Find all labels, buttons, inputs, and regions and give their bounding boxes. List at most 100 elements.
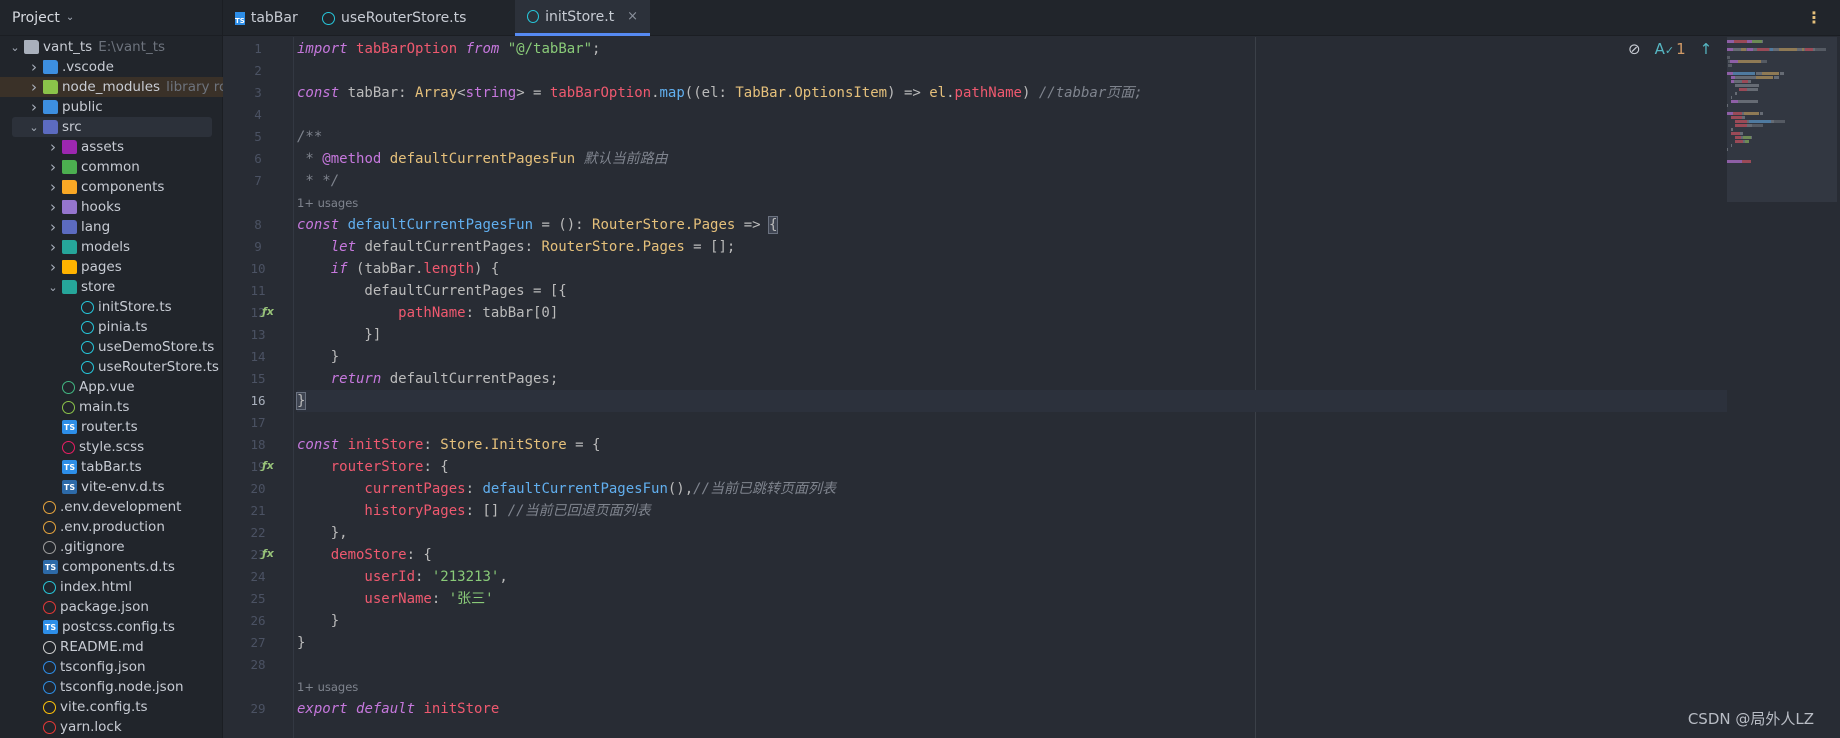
- spellcheck-icon[interactable]: A✓ 1: [1655, 40, 1686, 58]
- tab-tabbar-ts[interactable]: TS tabBar.ts: [223, 0, 310, 36]
- tree-item[interactable]: › node_modules library root: [0, 77, 223, 97]
- tree-item[interactable]: › .vscode: [0, 57, 223, 77]
- code-line[interactable]: historyPages: [] //当前已回退页面列表: [297, 500, 1727, 522]
- tree-item[interactable]: vite.config.ts: [0, 697, 223, 717]
- close-tab-icon[interactable]: ×: [627, 9, 638, 24]
- chevron-right-icon[interactable]: ›: [46, 198, 60, 216]
- tree-item[interactable]: tsconfig.json: [0, 657, 223, 677]
- code-line[interactable]: const initStore: Store.InitStore = {: [297, 434, 1727, 456]
- tree-item[interactable]: TS vite-env.d.ts: [0, 477, 223, 497]
- tab-userouterstore-ts[interactable]: useRouterStore.ts: [310, 0, 515, 36]
- tree-item[interactable]: TS router.ts: [0, 417, 223, 437]
- code-line[interactable]: let defaultCurrentPages: RouterStore.Pag…: [297, 236, 1727, 258]
- code-line[interactable]: }: [297, 632, 1727, 654]
- reader-mode-icon[interactable]: ⊘: [1628, 40, 1641, 58]
- code-line[interactable]: userName: '张三': [297, 588, 1727, 610]
- code-line[interactable]: const defaultCurrentPagesFun = (): Route…: [297, 214, 1727, 236]
- code-editor[interactable]: 1 import tabBarOption from "@/tabBar"; 2 3 c…: [223, 37, 1727, 738]
- chevron-down-icon[interactable]: ⌄: [46, 281, 60, 294]
- code-line[interactable]: defaultCurrentPages = [{: [297, 280, 1727, 302]
- code-line[interactable]: [297, 60, 1727, 82]
- implementation-icon[interactable]: ƒx: [262, 305, 274, 318]
- code-token: TabBar.OptionsItem: [735, 85, 888, 101]
- code-token: initStore: [347, 437, 424, 453]
- code-line[interactable]: demoStore: {: [297, 544, 1727, 566]
- minimap-mark: [1731, 116, 1742, 119]
- chevron-right-icon[interactable]: ›: [27, 98, 41, 116]
- tree-item[interactable]: App.vue: [0, 377, 223, 397]
- code-line[interactable]: pathName: tabBar[0]: [297, 302, 1727, 324]
- tree-item[interactable]: package.json: [0, 597, 223, 617]
- tree-item[interactable]: TS components.d.ts: [0, 557, 223, 577]
- usages-hint[interactable]: 1+ usages: [297, 676, 358, 698]
- tree-item[interactable]: style.scss: [0, 437, 223, 457]
- code-line[interactable]: return defaultCurrentPages;: [297, 368, 1727, 390]
- tree-item[interactable]: .env.development: [0, 497, 223, 517]
- chevron-right-icon[interactable]: ›: [46, 258, 60, 276]
- code-line[interactable]: * */: [297, 170, 1727, 192]
- code-token: :: [423, 437, 441, 453]
- chevron-down-icon[interactable]: ⌄: [8, 41, 22, 54]
- tree-item[interactable]: › assets: [0, 137, 223, 157]
- code-line[interactable]: routerStore: {: [297, 456, 1727, 478]
- chevron-right-icon[interactable]: ›: [46, 138, 60, 156]
- code-line[interactable]: /**: [297, 126, 1727, 148]
- tree-item[interactable]: › public: [0, 97, 223, 117]
- chevron-down-icon[interactable]: ⌄: [27, 121, 41, 134]
- code-line[interactable]: [297, 104, 1727, 126]
- code-line[interactable]: const tabBar: Array<string> = tabBarOpti…: [297, 82, 1727, 104]
- tree-item-label: src: [62, 119, 82, 135]
- tree-item[interactable]: › components: [0, 177, 223, 197]
- code-token: (),: [667, 481, 694, 497]
- previous-highlight-icon[interactable]: ↑: [1700, 40, 1713, 58]
- tree-item[interactable]: › lang: [0, 217, 223, 237]
- tree-item[interactable]: TS tabBar.ts: [0, 457, 223, 477]
- code-line[interactable]: }]: [297, 324, 1727, 346]
- tree-item[interactable]: .gitignore: [0, 537, 223, 557]
- code-line[interactable]: currentPages: defaultCurrentPagesFun(),/…: [297, 478, 1727, 500]
- minimap[interactable]: [1727, 37, 1837, 202]
- tree-item[interactable]: .env.production: [0, 517, 223, 537]
- tree-item[interactable]: › pages: [0, 257, 223, 277]
- code-line[interactable]: import tabBarOption from "@/tabBar";: [297, 38, 1727, 60]
- code-line[interactable]: }: [297, 610, 1727, 632]
- chevron-right-icon[interactable]: ›: [46, 178, 60, 196]
- tree-item[interactable]: pinia.ts: [0, 317, 223, 337]
- chevron-right-icon[interactable]: ›: [27, 58, 41, 76]
- minimap-mark: [1740, 132, 1743, 135]
- tree-item[interactable]: TS postcss.config.ts: [0, 617, 223, 637]
- chevron-right-icon[interactable]: ›: [46, 158, 60, 176]
- chevron-right-icon[interactable]: ›: [27, 78, 41, 96]
- chevron-right-icon[interactable]: ›: [46, 238, 60, 256]
- tree-item[interactable]: yarn.lock: [0, 717, 223, 737]
- code-line[interactable]: [297, 412, 1727, 434]
- code-line[interactable]: }: [297, 346, 1727, 368]
- tree-item[interactable]: › hooks: [0, 197, 223, 217]
- tree-item[interactable]: useDemoStore.ts: [0, 337, 223, 357]
- code-line[interactable]: },: [297, 522, 1727, 544]
- code-line[interactable]: [297, 654, 1727, 676]
- tree-item[interactable]: › common: [0, 157, 223, 177]
- more-options-icon[interactable]: ⋮: [1806, 8, 1822, 27]
- tree-item[interactable]: useRouterStore.ts: [0, 357, 223, 377]
- tree-item[interactable]: README.md: [0, 637, 223, 657]
- tree-item[interactable]: tsconfig.node.json: [0, 677, 223, 697]
- usages-hint[interactable]: 1+ usages: [297, 192, 358, 214]
- implementation-icon[interactable]: ƒx: [262, 547, 274, 560]
- chevron-right-icon[interactable]: ›: [46, 218, 60, 236]
- code-line[interactable]: }: [295, 390, 1727, 412]
- code-line[interactable]: * @method defaultCurrentPagesFun 默认当前路由: [297, 148, 1727, 170]
- code-line[interactable]: if (tabBar.length) {: [297, 258, 1727, 280]
- implementation-icon[interactable]: ƒx: [262, 459, 274, 472]
- tree-item[interactable]: index.html: [0, 577, 223, 597]
- tree-item[interactable]: ⌄ store: [0, 277, 223, 297]
- tree-item[interactable]: ⌄ vant_ts E:\vant_ts: [0, 37, 223, 57]
- code-line[interactable]: export default initStore: [297, 698, 1727, 720]
- project-view-selector[interactable]: Project ⌄: [0, 0, 222, 36]
- tab-initstore-ts[interactable]: initStore.ts ×: [515, 0, 650, 36]
- tree-item[interactable]: initStore.ts: [0, 297, 223, 317]
- tree-item[interactable]: main.ts: [0, 397, 223, 417]
- code-line[interactable]: userId: '213213',: [297, 566, 1727, 588]
- tree-item[interactable]: › models: [0, 237, 223, 257]
- tree-item[interactable]: ⌄ src: [12, 117, 212, 137]
